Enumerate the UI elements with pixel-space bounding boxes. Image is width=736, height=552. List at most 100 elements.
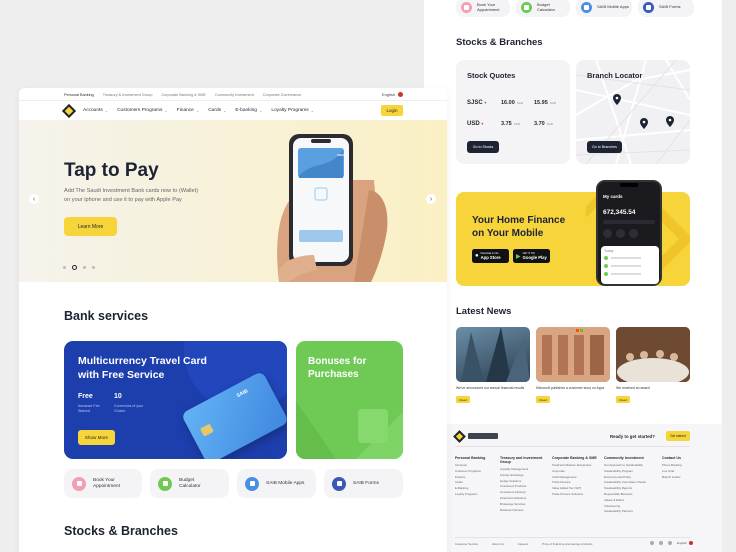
app-store-button[interactable]: ● Download on the App Store: [472, 249, 509, 263]
calculator-icon: [158, 476, 172, 491]
phone-title: My cards: [603, 194, 623, 199]
phone-amount: 672,345.54: [603, 209, 636, 216]
chevron-down-icon: ⌄: [164, 108, 168, 113]
flag-icon: [688, 541, 693, 545]
quote-value: 16.00 SAR: [501, 100, 523, 106]
top-link-community[interactable]: Community Investment: [215, 93, 254, 97]
footer-link[interactable]: Business Partners: [500, 508, 552, 514]
footer-link[interactable]: Loyalty Programs: [455, 492, 500, 498]
quick-link-forms[interactable]: SAIB Forms: [638, 0, 694, 17]
footer-column: Personal Banking Accounts Customer Program…: [455, 456, 500, 515]
stat-label: Currencies of your Choice: [114, 404, 144, 413]
carousel-dot[interactable]: [92, 266, 95, 269]
footer-column: Contact Us Phone Banking Live Chat Branch l…: [662, 456, 695, 515]
bonuses-title: Bonuses for Purchases: [308, 356, 367, 380]
calendar-icon: [461, 2, 472, 13]
footer-link[interactable]: Careers: [518, 542, 528, 546]
bank-services-heading: Bank services: [64, 309, 149, 323]
news-caption: We've announced our annual financial res…: [456, 386, 525, 390]
learn-more-button[interactable]: Learn More: [64, 217, 117, 236]
top-link-treasury[interactable]: Treasury & Investment Group: [103, 93, 153, 97]
hero-banner: Tap to Pay Add The Saudi Investment Bank…: [19, 120, 447, 282]
news-image-celebration[interactable]: [616, 327, 690, 382]
nav-customers-programs[interactable]: Customers Programs ⌄: [117, 108, 168, 113]
book-appointment-shortcut[interactable]: Book Your Appointment: [64, 469, 142, 498]
carousel-dots: [63, 265, 95, 270]
carousel-prev-button[interactable]: ‹: [29, 194, 39, 204]
news-caption: Microsoft publishes a customer story on …: [536, 386, 605, 390]
bonuses-card[interactable]: Bonuses for Purchases: [296, 341, 403, 459]
calculator-icon: [521, 2, 532, 13]
phone-mockup: My cards 672,345.54 Today: [596, 180, 662, 286]
top-link-personal[interactable]: Personal Banking: [64, 93, 94, 97]
footer-link[interactable]: Branch locator: [662, 475, 695, 481]
quick-link-label: Book Your Appointment: [477, 1, 500, 12]
stock-quotes-title: Stock Quotes: [467, 71, 516, 80]
news-read-button[interactable]: Read: [616, 396, 630, 403]
social-icon[interactable]: [668, 541, 672, 545]
go-to-branches-button[interactable]: Go to Branches: [587, 141, 622, 153]
footer-link[interactable]: Price of financing and savings products: [542, 542, 592, 546]
bank-logo: [453, 430, 466, 443]
carousel-dot[interactable]: [63, 266, 66, 269]
nav-ebanking[interactable]: E-banking ⌄: [235, 108, 262, 113]
nav-finance[interactable]: Finance ⌄: [177, 108, 199, 113]
mobile-icon: [581, 2, 592, 13]
top-link-governance[interactable]: Corporate Governance: [263, 93, 302, 97]
quick-link-budget[interactable]: Budget Calculator: [516, 0, 570, 17]
top-link-corporate[interactable]: Corporate Banking & SME: [161, 93, 206, 97]
stocks-heading: Stocks & Branches: [456, 37, 543, 48]
mobile-apps-shortcut[interactable]: SAIB Mobile Apps: [237, 469, 316, 498]
quote-value: 3.70 SAR: [534, 121, 553, 127]
phone-today: Today: [604, 249, 614, 253]
chip-icon: [199, 423, 214, 437]
footer-column-heading: Contact Us: [662, 456, 681, 460]
carousel-dot-active[interactable]: [72, 265, 77, 270]
banner-title: Your Home Finance on Your Mobile: [472, 215, 566, 239]
footer-column-heading: Corporate Banking & SME: [552, 456, 597, 460]
login-button[interactable]: Login: [381, 105, 403, 116]
news-image-office[interactable]: [536, 327, 610, 382]
footer-link[interactable]: About Us: [492, 542, 504, 546]
card-text: SAIB: [235, 388, 250, 400]
nav-cards[interactable]: Cards ⌄: [208, 108, 226, 113]
news-read-button[interactable]: Read: [456, 396, 470, 403]
chevron-down-icon: ⌄: [258, 108, 263, 113]
quick-link-mobile-apps[interactable]: SAIB Mobile Apps: [576, 0, 632, 17]
footer-language[interactable]: English: [677, 541, 693, 545]
map-pin-icon[interactable]: [613, 94, 621, 105]
footer-link[interactable]: Trade Finance Solutions: [552, 492, 604, 498]
shortcut-label: SAIB Forms: [353, 480, 379, 486]
forms-shortcut[interactable]: SAIB Forms: [324, 469, 403, 498]
news-image-buildings[interactable]: [456, 327, 530, 382]
social-icon[interactable]: [659, 541, 663, 545]
language-switch[interactable]: English: [382, 92, 404, 97]
news-caption: We received an award: [616, 386, 650, 390]
form-icon: [643, 2, 654, 13]
map-pin-icon[interactable]: [666, 116, 674, 127]
show-more-button[interactable]: Show More: [78, 430, 115, 445]
top-links: Personal Banking Treasury & Investment G…: [64, 93, 310, 97]
map-pin-icon[interactable]: [640, 118, 648, 129]
budget-calculator-shortcut[interactable]: Budget Calculator: [150, 469, 229, 498]
carousel-dot[interactable]: [83, 266, 86, 269]
social-icon[interactable]: [650, 541, 654, 545]
carousel-next-button[interactable]: ›: [426, 194, 436, 204]
footer-column: Community Investment Our Approach to Sust…: [604, 456, 662, 515]
go-to-stocks-button[interactable]: Go to Stocks: [467, 141, 499, 153]
nav-accounts[interactable]: Accounts ⌄: [83, 108, 108, 113]
mobile-icon: [245, 476, 259, 491]
quick-link-appointment[interactable]: Book Your Appointment: [456, 0, 510, 17]
google-play-button[interactable]: ▶ GET IT ON Google Play: [513, 249, 550, 263]
nav-loyalty[interactable]: Loyalty Programs ⌄: [271, 108, 314, 113]
quote-value: 3.75 SAR: [501, 121, 520, 127]
shortcut-label: SAIB Mobile Apps: [266, 480, 305, 486]
bank-logo[interactable]: [61, 103, 77, 119]
quote-value: 15.95 SAR: [534, 100, 556, 106]
travel-card-promo[interactable]: Multicurrency Travel Card with Free Servi…: [64, 341, 287, 459]
footer-link[interactable]: Customer Service: [455, 542, 478, 546]
footer-link[interactable]: Sustainability Partners: [604, 509, 662, 515]
get-started-button[interactable]: Get started: [666, 431, 690, 441]
news-read-button[interactable]: Read: [536, 396, 550, 403]
quick-link-label: SAIB Forms: [659, 4, 681, 10]
